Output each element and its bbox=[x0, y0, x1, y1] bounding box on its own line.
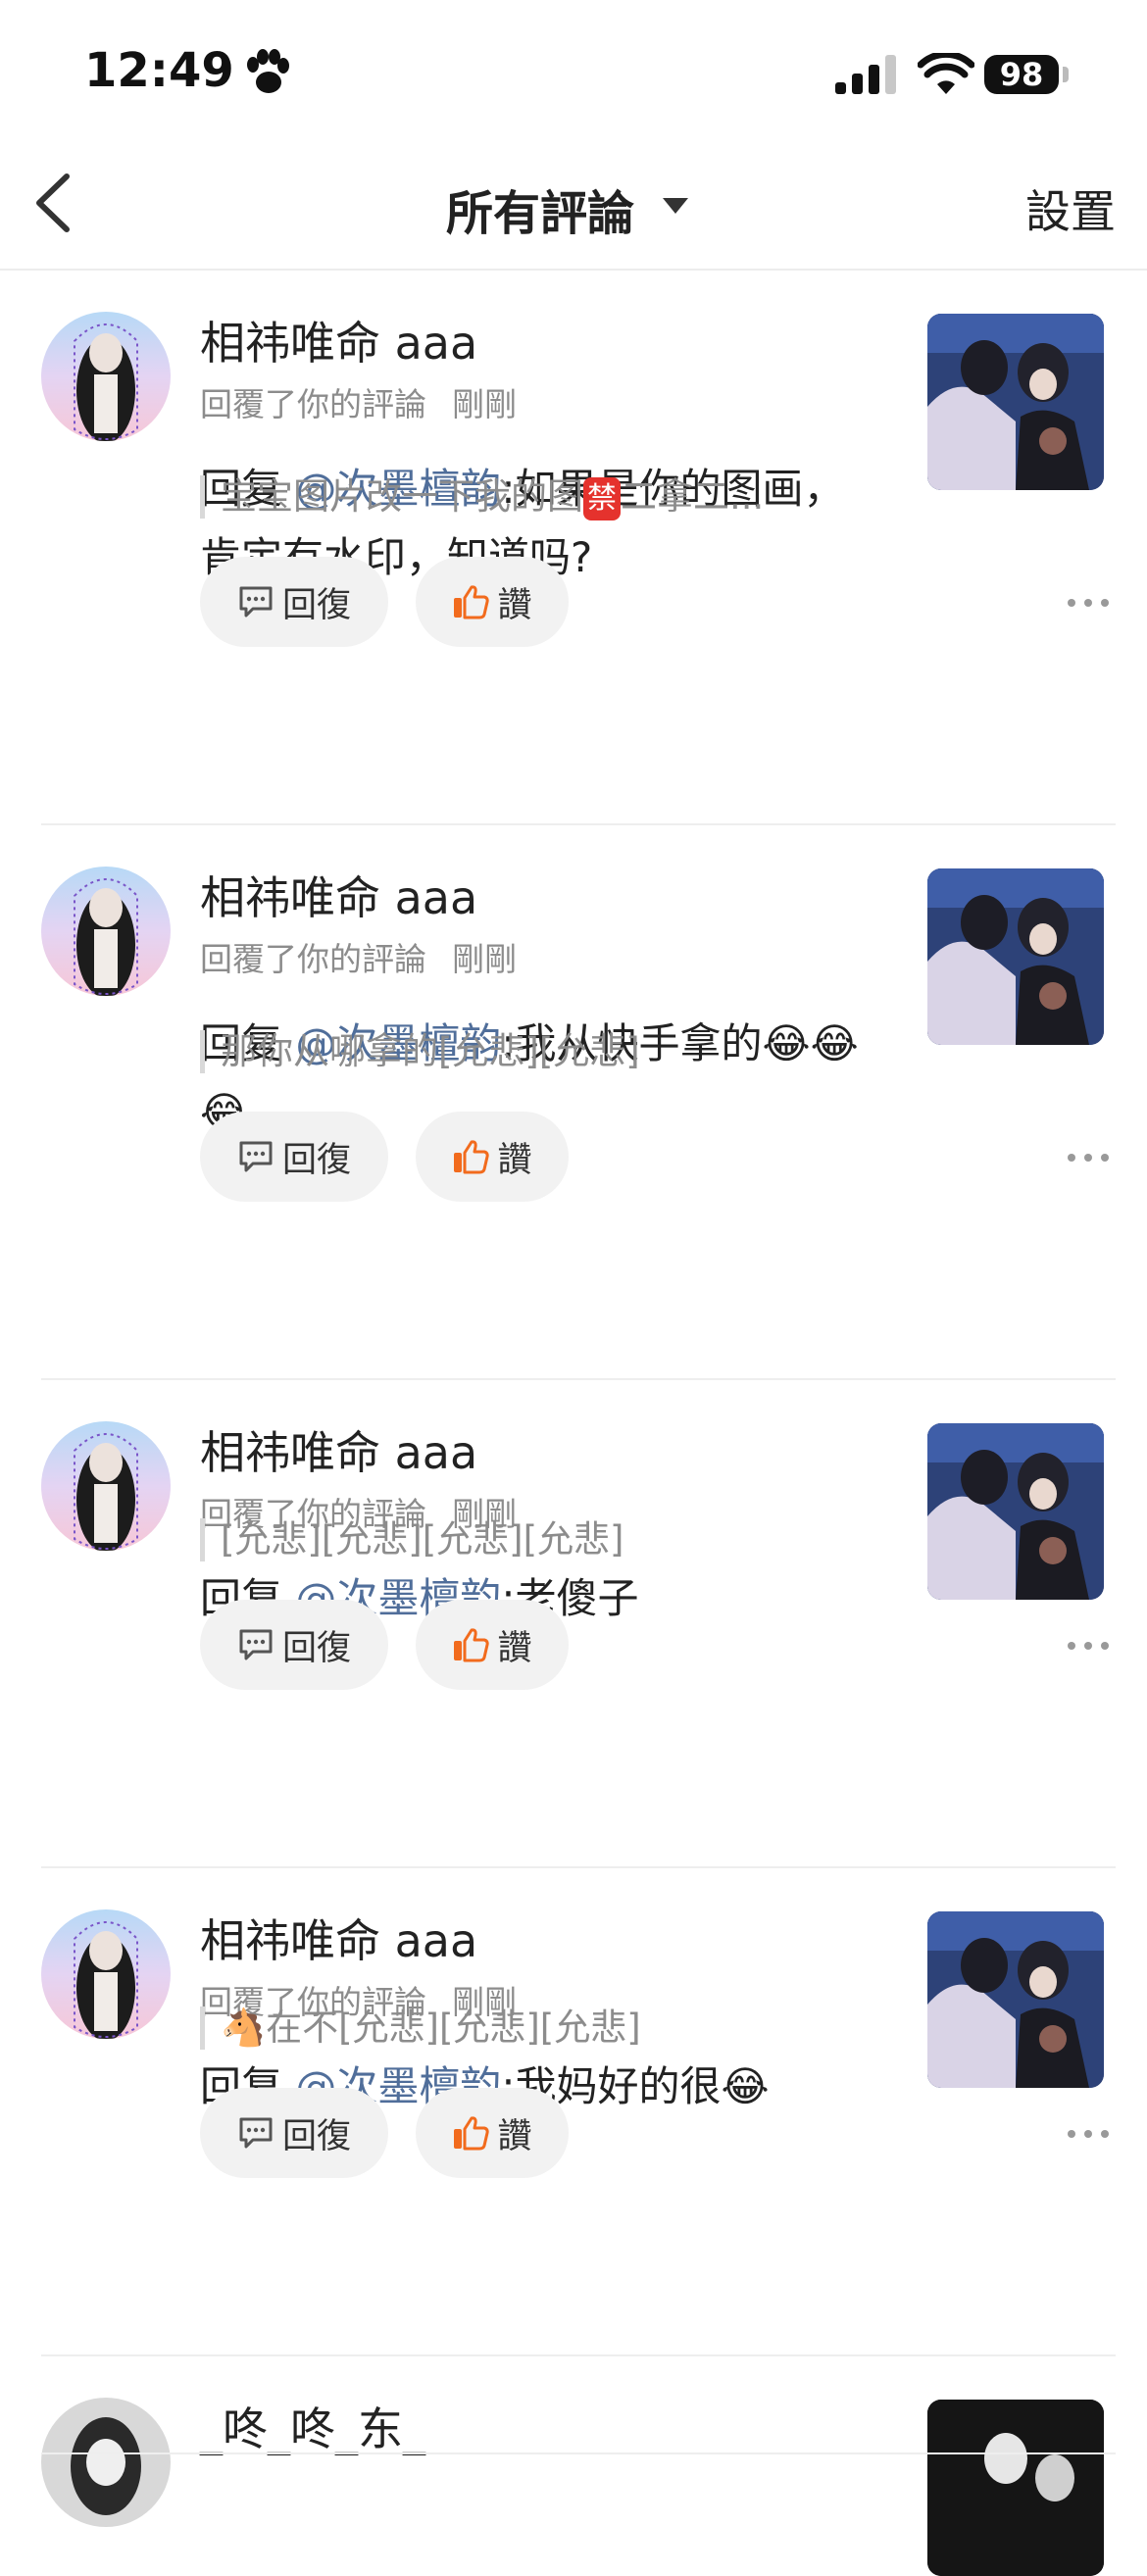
comment-meta: 回覆了你的評論 剛剛 bbox=[200, 378, 517, 425]
post-thumbnail[interactable] bbox=[927, 2400, 1104, 2576]
more-icon[interactable] bbox=[1065, 1151, 1112, 1164]
caret-down-icon[interactable] bbox=[663, 198, 688, 214]
avatar[interactable] bbox=[41, 867, 171, 996]
reply-label: 回復 bbox=[281, 1628, 351, 1668]
status-time: 12:49 bbox=[84, 43, 234, 98]
post-thumbnail[interactable] bbox=[927, 314, 1104, 490]
back-icon[interactable] bbox=[29, 169, 78, 237]
quoted-comment[interactable]: 那你从哪拿的[允悲][允悲] bbox=[200, 1030, 640, 1073]
quoted-comment[interactable]: 🐴在不[允悲][允悲][允悲] bbox=[200, 2006, 641, 2050]
timestamp: 剛剛 bbox=[452, 940, 517, 978]
post-thumbnail[interactable] bbox=[927, 1423, 1104, 1600]
comment-item: 相祎唯命 aaa 回覆了你的評論 剛剛 回复 @次墨檀韵:我从快手拿的😂😂😂 那你… bbox=[0, 825, 1147, 1380]
reply-label: 回復 bbox=[281, 2116, 351, 2156]
page-title[interactable]: 所有評論 bbox=[446, 174, 634, 243]
reply-button[interactable]: 回復 bbox=[200, 1112, 388, 1202]
comment-icon bbox=[239, 586, 273, 618]
comment-icon bbox=[239, 1629, 273, 1660]
username[interactable]: 相祎唯命 aaa bbox=[200, 308, 477, 372]
comment-icon bbox=[239, 2117, 273, 2149]
post-thumbnail[interactable] bbox=[927, 868, 1104, 1045]
nav-bar: 所有評論 設置 bbox=[0, 147, 1147, 271]
like-label: 讚 bbox=[497, 585, 532, 625]
quoted-comment[interactable]: [允悲][允悲][允悲][允悲] bbox=[200, 1518, 623, 1561]
settings-button[interactable]: 設置 bbox=[1025, 176, 1116, 241]
reply-label: 回復 bbox=[281, 1140, 351, 1180]
thumbs-up-icon bbox=[454, 585, 490, 619]
post-thumbnail[interactable] bbox=[927, 1911, 1104, 2088]
action-text: 回覆了你的評論 bbox=[200, 940, 426, 978]
username[interactable]: 相祎唯命 aaa bbox=[200, 863, 477, 927]
thumbs-up-icon bbox=[454, 1140, 490, 1174]
thumbs-up-icon bbox=[454, 2116, 490, 2151]
avatar[interactable] bbox=[41, 2398, 171, 2527]
avatar[interactable] bbox=[41, 312, 171, 441]
more-icon[interactable] bbox=[1065, 2127, 1112, 2141]
username[interactable]: _咚_咚_东_ bbox=[200, 2394, 425, 2458]
paw-icon bbox=[247, 49, 289, 93]
quote-text-tail: 二拿二... bbox=[621, 475, 765, 518]
status-bar: 12:49 98 bbox=[0, 0, 1147, 147]
like-label: 讚 bbox=[497, 1140, 532, 1180]
thumbs-up-icon bbox=[454, 1628, 490, 1662]
timestamp: 剛剛 bbox=[452, 385, 517, 423]
comment-item: 相祎唯命 aaa 回覆了你的評論 剛剛 回复 @次墨檀韵:如果是你的图画，肯定有水… bbox=[0, 271, 1147, 825]
reply-button[interactable]: 回復 bbox=[200, 1600, 388, 1690]
avatar[interactable] bbox=[41, 1909, 171, 2039]
like-label: 讚 bbox=[497, 1628, 532, 1668]
like-button[interactable]: 讚 bbox=[416, 1600, 569, 1690]
reply-button[interactable]: 回復 bbox=[200, 2088, 388, 2178]
signal-icon bbox=[835, 55, 896, 94]
like-label: 讚 bbox=[497, 2116, 532, 2156]
comment-item: 相祎唯命 aaa 回覆了你的評論 剛剛 回复 @次墨檀韵:老傻子 [允悲][允悲]… bbox=[0, 1380, 1147, 1868]
more-icon[interactable] bbox=[1065, 1639, 1112, 1653]
wifi-icon bbox=[918, 53, 974, 94]
quote-text: 那你从哪拿的[允悲][允悲] bbox=[221, 1030, 640, 1072]
quote-text: 宝宝图片改一下我的图 bbox=[221, 475, 583, 518]
action-text: 回覆了你的評論 bbox=[200, 385, 426, 423]
avatar[interactable] bbox=[41, 1421, 171, 1551]
reply-label: 回復 bbox=[281, 585, 351, 625]
like-button[interactable]: 讚 bbox=[416, 1112, 569, 1202]
comment-item: 相祎唯命 aaa 回覆了你的評論 剛剛 回复 @次墨檀韵:我妈好的很😂 🐴在不[允… bbox=[0, 1868, 1147, 2356]
battery-icon: 98 bbox=[984, 55, 1059, 94]
username[interactable]: 相祎唯命 aaa bbox=[200, 1417, 477, 1482]
username[interactable]: 相祎唯命 aaa bbox=[200, 1906, 477, 1970]
like-button[interactable]: 讚 bbox=[416, 2088, 569, 2178]
battery-tip bbox=[1063, 67, 1069, 82]
quote-text: [允悲][允悲][允悲][允悲] bbox=[221, 1518, 624, 1560]
comment-item: _咚_咚_东_ bbox=[0, 2356, 1147, 2576]
comment-meta: 回覆了你的評論 剛剛 bbox=[200, 933, 517, 980]
like-button[interactable]: 讚 bbox=[416, 557, 569, 647]
comment-icon bbox=[239, 1141, 273, 1172]
quoted-comment[interactable]: 宝宝图片改一下我的图禁二拿二... bbox=[200, 475, 765, 520]
more-icon[interactable] bbox=[1065, 596, 1112, 610]
quote-text: 🐴在不[允悲][允悲][允悲] bbox=[221, 2006, 641, 2049]
reply-button[interactable]: 回復 bbox=[200, 557, 388, 647]
ban-emoji-icon: 禁 bbox=[583, 476, 621, 520]
